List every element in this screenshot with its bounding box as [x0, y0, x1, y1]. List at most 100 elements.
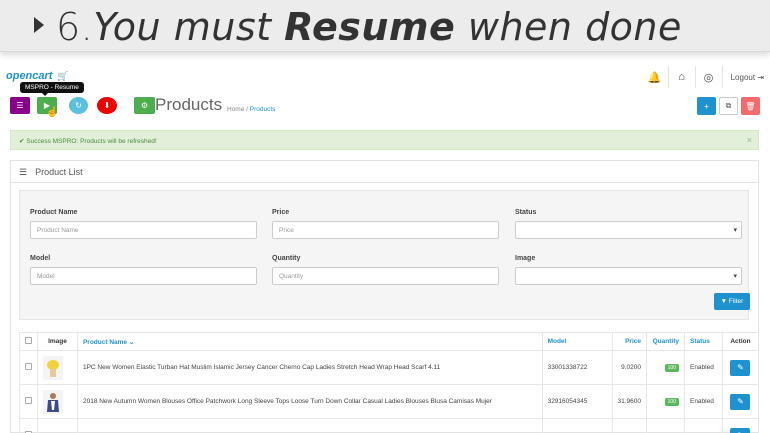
copy-product-button[interactable]: ⧉: [719, 97, 738, 115]
list-icon: ☰: [16, 101, 24, 110]
check-circle-icon: ✔: [19, 138, 25, 145]
top-header: opencart 🛒 🔔 ⌂ ◎ Logout ⇥: [0, 60, 770, 92]
model-cell: [541, 418, 613, 433]
mspro-settings-button[interactable]: ⚙: [134, 97, 155, 114]
mspro-download-button[interactable]: ⬇: [97, 97, 117, 114]
image-header: Image: [37, 332, 78, 351]
status-label: Status: [515, 209, 537, 216]
product-name-label: Product Name: [30, 209, 78, 216]
image-label: Image: [515, 255, 536, 262]
product-thumbnail: [43, 355, 63, 380]
cart-logo-icon: 🛒: [57, 71, 69, 81]
filter-button[interactable]: ▼ Filter: [714, 293, 750, 310]
play-arrow-icon: [34, 17, 44, 33]
add-product-button[interactable]: +: [697, 97, 716, 115]
quantity-cell: [646, 418, 685, 433]
opencart-logo[interactable]: opencart: [6, 70, 52, 82]
model-input[interactable]: Model: [30, 267, 257, 285]
refresh-icon: ↻: [75, 101, 82, 110]
pencil-icon: ✎: [737, 362, 744, 372]
product-image-cell: [37, 384, 78, 419]
quantity-badge: 100: [664, 363, 679, 372]
quantity-badge: 100: [664, 397, 679, 406]
product-name-cell: 2018 New Autumn Women Blouses Office Pat…: [76, 384, 543, 419]
select-all-checkbox[interactable]: [25, 337, 32, 344]
mspro-refresh-button[interactable]: ↻: [69, 97, 88, 114]
status-select[interactable]: [515, 221, 742, 239]
download-icon: ⬇: [103, 101, 111, 110]
instruction-banner: 6.You must Resume when done: [0, 0, 770, 52]
action-header: Action: [721, 332, 760, 351]
home-icon[interactable]: ⌂: [669, 71, 695, 83]
mouse-pointer-icon: ☝: [46, 107, 59, 118]
status-header[interactable]: Status: [683, 332, 723, 351]
status-cell: Enabled: [683, 384, 723, 419]
support-icon[interactable]: ◎: [696, 71, 722, 84]
resume-tooltip: MSPRO - Resume: [20, 82, 84, 96]
edit-button[interactable]: ✎: [730, 359, 751, 376]
status-cell: Enabled: [683, 350, 723, 385]
breadcrumb-products[interactable]: Products: [250, 106, 276, 113]
image-select[interactable]: [515, 267, 742, 285]
row-checkbox-cell[interactable]: [19, 418, 38, 433]
breadcrumb: Home / Products: [227, 106, 276, 113]
bell-icon[interactable]: 🔔: [642, 71, 668, 84]
quantity-cell: 100: [646, 384, 685, 419]
mspro-list-button[interactable]: ☰: [10, 97, 30, 114]
product-name-cell: [76, 418, 543, 433]
filter-box: Product Name Product Name Price Price St…: [19, 190, 750, 320]
price-cell: 31.9600: [611, 384, 647, 419]
model-cell: 33001338722: [541, 350, 613, 385]
list-icon: ☰: [19, 167, 28, 177]
product-name-cell: 1PC New Women Elastic Turban Hat Muslim …: [76, 350, 543, 385]
page-title: Products: [155, 95, 223, 114]
price-label: Price: [272, 209, 290, 216]
close-icon[interactable]: ×: [747, 135, 752, 145]
product-name-input[interactable]: Product Name: [30, 221, 257, 239]
plus-icon: +: [704, 101, 709, 111]
price-input[interactable]: Price: [272, 221, 499, 239]
funnel-icon: ▼: [720, 298, 728, 305]
logout-link[interactable]: Logout ⇥: [723, 73, 770, 82]
gear-icon: ⚙: [140, 101, 149, 110]
pencil-icon: ✎: [737, 396, 744, 406]
panel-heading: ☰ Product List: [11, 161, 758, 183]
price-cell: 9.0200: [611, 350, 647, 385]
quantity-label: Quantity: [272, 255, 301, 262]
breadcrumb-home[interactable]: Home: [227, 106, 244, 113]
quantity-header[interactable]: Quantity: [646, 332, 685, 351]
quantity-input[interactable]: Quantity: [272, 267, 499, 285]
price-cell: [611, 418, 647, 433]
action-cell: ✎: [721, 350, 760, 385]
trash-icon: 🗑: [745, 101, 756, 111]
status-cell: [683, 418, 723, 433]
logout-icon: ⇥: [757, 72, 764, 82]
select-all-header[interactable]: [19, 332, 38, 351]
row-checkbox-cell[interactable]: [19, 384, 38, 419]
model-header[interactable]: Model: [541, 332, 613, 351]
row-checkbox-cell[interactable]: [19, 350, 38, 385]
product-name-header[interactable]: Product Name ⌄: [76, 332, 543, 351]
row-checkbox[interactable]: [25, 397, 32, 404]
chevron-down-icon: ⌄: [128, 338, 135, 346]
product-image-cell: [37, 350, 78, 385]
quantity-cell: 100: [646, 350, 685, 385]
table-row: ✎: [19, 418, 760, 433]
action-cell: ✎: [721, 384, 760, 419]
model-label: Model: [30, 255, 51, 262]
model-cell: 32916054345: [541, 384, 613, 419]
success-alert: ✔ Success MSPRO: Products will be refres…: [10, 130, 759, 150]
edit-button[interactable]: ✎: [730, 427, 751, 433]
delete-product-button[interactable]: 🗑: [741, 97, 760, 115]
table-row: 1PC New Women Elastic Turban Hat Muslim …: [19, 350, 760, 385]
copy-icon: ⧉: [725, 101, 732, 110]
row-checkbox[interactable]: [25, 363, 32, 370]
banner-text: 6.You must Resume when done: [56, 5, 682, 49]
table-row: 2018 New Autumn Women Blouses Office Pat…: [19, 384, 760, 419]
product-thumbnail: [43, 389, 63, 414]
product-image-cell: [37, 418, 78, 433]
edit-button[interactable]: ✎: [730, 393, 751, 410]
product-list-panel: ☰ Product List Product Name Product Name …: [10, 160, 760, 433]
action-cell: ✎: [721, 418, 760, 433]
price-header[interactable]: Price: [611, 332, 647, 351]
